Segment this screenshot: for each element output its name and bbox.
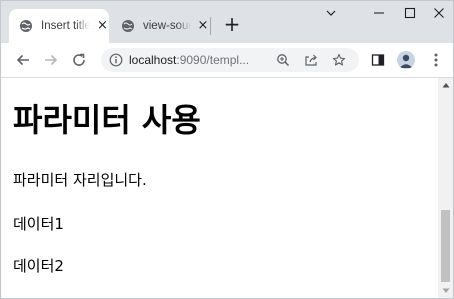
tab-title: Insert title here: [41, 20, 90, 32]
reload-button[interactable]: [67, 48, 91, 72]
menu-kebab-icon[interactable]: [425, 48, 447, 72]
zoom-icon[interactable]: [273, 51, 293, 69]
back-button[interactable]: [11, 48, 35, 72]
back-arrow-icon: [16, 54, 29, 66]
vertical-scrollbar[interactable]: [438, 78, 453, 298]
tab-title: view-source:localhost:9090: [143, 20, 191, 32]
share-icon[interactable]: [301, 51, 321, 69]
url-path: :9090/templ...: [176, 53, 250, 67]
tab-insert-title[interactable]: Insert title here ×: [9, 9, 109, 43]
page-paragraph-3: 데이터2: [13, 257, 64, 275]
close-window-button[interactable]: [427, 5, 451, 27]
forward-button[interactable]: [39, 48, 63, 72]
person-icon: [399, 54, 413, 68]
forward-arrow-icon: [45, 54, 58, 66]
site-info-icon[interactable]: [107, 51, 125, 69]
tab-close-icon[interactable]: ×: [197, 19, 209, 33]
scroll-down-arrow-icon[interactable]: [438, 284, 453, 298]
tab-search-chevron-icon[interactable]: [319, 5, 343, 27]
new-tab-button[interactable]: +: [221, 14, 243, 36]
globe-icon: [19, 19, 33, 33]
reload-icon: [73, 53, 85, 66]
side-panel-icon[interactable]: [367, 48, 389, 72]
maximize-button[interactable]: [398, 5, 422, 27]
profile-avatar[interactable]: [397, 51, 415, 69]
scroll-up-arrow-icon[interactable]: [438, 78, 453, 92]
tab-separator: [210, 17, 211, 35]
browser-window: Insert title here × view-source:localhos…: [0, 0, 454, 299]
page-paragraph-1: 파라미터 자리입니다.: [13, 171, 147, 189]
bookmark-star-icon[interactable]: [329, 51, 349, 69]
url-text[interactable]: localhost:9090/templ...: [129, 52, 265, 68]
toolbar: localhost:9090/templ...: [1, 43, 453, 78]
globe-icon: [121, 19, 135, 33]
scroll-thumb[interactable]: [441, 210, 450, 282]
page-heading: 파라미터 사용: [13, 101, 201, 139]
address-bar[interactable]: localhost:9090/templ...: [101, 48, 359, 72]
tab-strip: Insert title here × view-source:localhos…: [1, 1, 453, 43]
tab-view-source[interactable]: view-source:localhost:9090 ×: [113, 9, 209, 43]
page-viewport: 파라미터 사용 파라미터 자리입니다. 데이터1 데이터2: [1, 78, 453, 298]
tab-close-icon[interactable]: ×: [96, 19, 109, 33]
page-paragraph-2: 데이터1: [13, 215, 64, 233]
url-host: localhost: [129, 53, 177, 67]
minimize-button[interactable]: [367, 5, 391, 27]
